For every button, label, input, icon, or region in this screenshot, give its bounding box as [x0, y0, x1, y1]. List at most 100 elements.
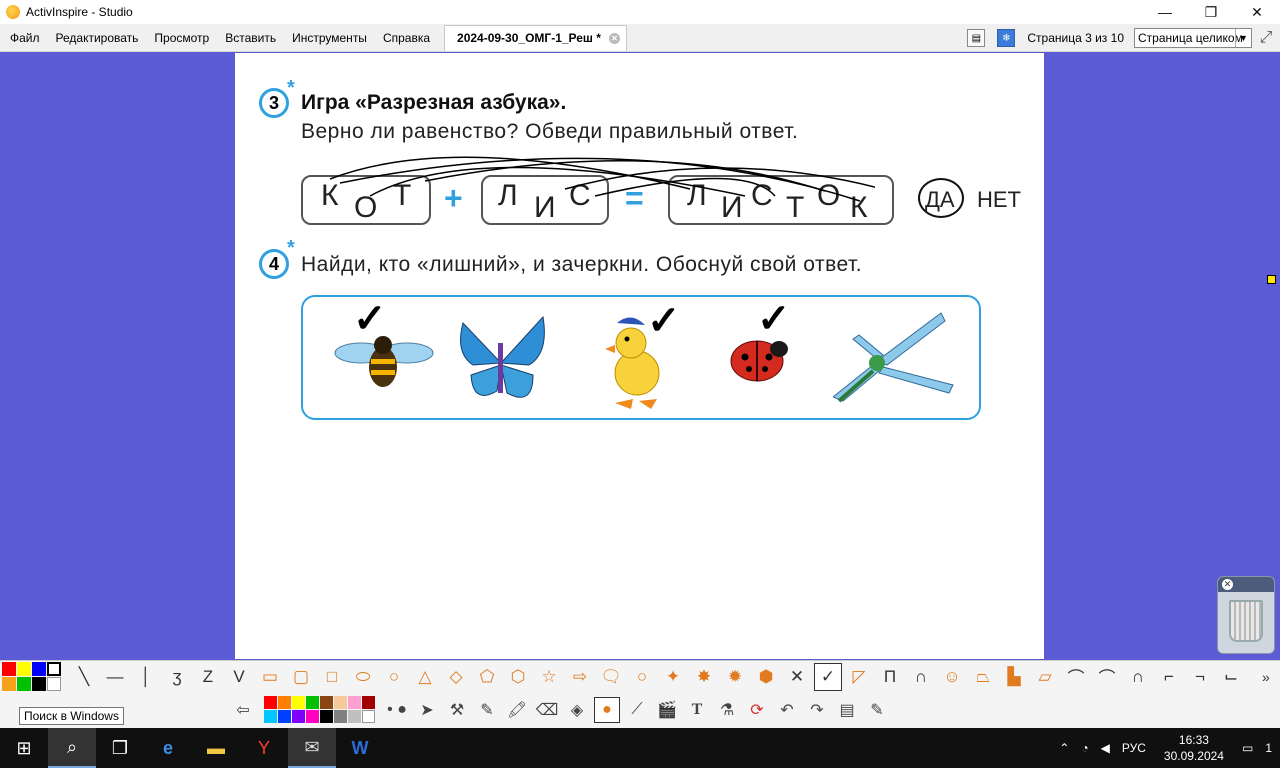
star-shape-icon[interactable]: ☆	[535, 663, 563, 691]
fullscreen-icon[interactable]: ⤢	[1256, 28, 1276, 48]
minimize-button[interactable]: —	[1142, 0, 1188, 24]
flipchart-page[interactable]: 3 * Игра «Разрезная азбука». Верно ли ра…	[235, 53, 1044, 659]
close-button[interactable]: ✕	[1234, 0, 1280, 24]
pentagon-icon[interactable]: ⬠	[473, 663, 501, 691]
select-arrow-icon[interactable]: ➤	[414, 697, 440, 723]
callout-icon[interactable]: 🗨	[597, 663, 625, 691]
text-icon[interactable]: T	[684, 697, 710, 723]
toolbox-icon[interactable]: ▤	[834, 697, 860, 723]
smiley-icon[interactable]: ☺	[938, 663, 966, 691]
more-shapes-icon[interactable]: »	[1262, 669, 1276, 685]
page-edge-handle[interactable]	[1267, 275, 1276, 284]
ellipse-icon[interactable]: ⬭	[349, 663, 377, 691]
quarter-shape-icon[interactable]: ◸	[845, 663, 873, 691]
yandex-browser-icon[interactable]: Y	[240, 728, 288, 768]
color-swatch[interactable]	[32, 661, 46, 676]
rounded-rectangle-icon[interactable]: ▢	[287, 663, 315, 691]
pen-width-slider[interactable]: • ●	[384, 697, 410, 723]
color-swatch[interactable]	[2, 676, 16, 691]
parallelogram-icon[interactable]: ▱	[1031, 663, 1059, 691]
color-swatch[interactable]	[292, 710, 305, 723]
diamond-icon[interactable]: ◇	[442, 663, 470, 691]
fill-icon[interactable]: ◈	[564, 697, 590, 723]
color-swatch[interactable]	[362, 696, 375, 709]
wifi-icon[interactable]: ◔	[1081, 741, 1088, 755]
square-icon[interactable]: □	[318, 663, 346, 691]
burst-icon[interactable]: ✸	[690, 663, 718, 691]
four-point-star-icon[interactable]: ✦	[659, 663, 687, 691]
diagonal-line-icon[interactable]: ╲	[70, 663, 98, 691]
snowflake-icon[interactable]: ❄	[997, 29, 1016, 47]
color-swatch[interactable]	[334, 710, 347, 723]
color-swatch[interactable]	[278, 710, 291, 723]
clock[interactable]: 16:33 30.09.2024	[1164, 732, 1224, 764]
step-line-icon[interactable]: ⌐	[1155, 663, 1183, 691]
activinspire-taskbar-icon[interactable]: ✉	[288, 728, 336, 768]
color-swatch[interactable]	[320, 710, 333, 723]
dragonfly-image[interactable]	[833, 309, 957, 405]
octagon-icon[interactable]: ○	[628, 663, 656, 691]
zoom-select[interactable]: Страница целиком ▼	[1134, 28, 1252, 48]
trash-can-icon[interactable]	[1229, 600, 1263, 642]
curve-right-icon[interactable]: ⌒	[1093, 663, 1121, 691]
menu-insert[interactable]: Вставить	[217, 31, 284, 45]
close-icon[interactable]: ✕	[1222, 579, 1233, 590]
color-swatch[interactable]	[320, 696, 333, 709]
color-swatch[interactable]	[2, 661, 16, 676]
color-swatch[interactable]	[292, 696, 305, 709]
zigzag-line-icon[interactable]: ʒ	[163, 663, 191, 691]
redo-icon[interactable]: ↷	[804, 697, 830, 723]
dual-user-icon[interactable]: ✎	[864, 697, 890, 723]
color-swatch[interactable]	[348, 710, 361, 723]
task-view-icon[interactable]: ❐	[96, 728, 144, 768]
checkmark-tool-icon[interactable]: ✓	[814, 662, 842, 691]
menu-edit[interactable]: Редактировать	[48, 31, 147, 45]
language-indicator[interactable]: РУС	[1122, 741, 1146, 755]
hexagon-icon[interactable]: ⬡	[504, 663, 532, 691]
z-line-icon[interactable]: Z	[194, 663, 222, 691]
angle-line-icon[interactable]: ⌙	[1217, 663, 1245, 691]
heptagon-icon[interactable]: ⬢	[752, 663, 780, 691]
menu-help[interactable]: Справка	[375, 31, 438, 45]
sun-icon[interactable]: ✹	[721, 663, 749, 691]
menu-file[interactable]: Файл	[0, 31, 48, 45]
eraser-icon[interactable]: ⌫	[534, 697, 560, 723]
undo-icon[interactable]: ↶	[774, 697, 800, 723]
reset-page-icon[interactable]: ⟳	[744, 697, 770, 723]
arc-icon[interactable]: ∩	[1124, 663, 1152, 691]
document-tab[interactable]: 2024-09-30_ОМГ-1_Реш * ✕	[444, 24, 627, 51]
color-swatch[interactable]	[47, 676, 61, 691]
horizontal-line-icon[interactable]: —	[101, 663, 129, 691]
butterfly-image[interactable]	[453, 313, 549, 409]
arrow-shape-icon[interactable]: ⇨	[566, 663, 594, 691]
maximize-button[interactable]: ❐	[1188, 0, 1234, 24]
page-browser-icon[interactable]: ▤	[967, 29, 986, 47]
triangle-icon[interactable]: △	[411, 663, 439, 691]
color-swatch[interactable]	[264, 696, 277, 709]
factory-icon[interactable]: ▙	[1000, 663, 1028, 691]
color-swatch[interactable]	[264, 710, 277, 723]
color-swatch[interactable]	[278, 696, 291, 709]
clear-icon[interactable]: ⚗	[714, 697, 740, 723]
tools-icon[interactable]: ⚒	[444, 697, 470, 723]
trash-bin-widget[interactable]: ✕	[1217, 576, 1275, 654]
color-swatch[interactable]	[362, 710, 375, 723]
clapper-icon[interactable]: 🎬	[654, 697, 680, 723]
highlighter-icon[interactable]: 🖍	[504, 697, 530, 723]
connector-icon[interactable]: ⟋	[624, 697, 650, 723]
pi-shape-icon[interactable]: Π	[876, 663, 904, 691]
shapes-icon[interactable]: ●	[594, 697, 620, 723]
circle-icon[interactable]: ○	[380, 663, 408, 691]
file-explorer-icon[interactable]: ▬	[192, 728, 240, 768]
vertical-line-icon[interactable]: │	[132, 663, 160, 691]
menu-view[interactable]: Просмотр	[146, 31, 217, 45]
curve-left-icon[interactable]: ⌒	[1062, 663, 1090, 691]
trapezoid-icon[interactable]: ⏢	[969, 663, 997, 691]
color-swatch[interactable]	[17, 676, 31, 691]
arch-shape-icon[interactable]: ∩	[907, 663, 935, 691]
corner-line-icon[interactable]: ¬	[1186, 663, 1214, 691]
notifications-icon[interactable]: ▭	[1242, 741, 1253, 755]
volume-icon[interactable]: ◀	[1101, 741, 1110, 755]
answer-no[interactable]: НЕТ	[977, 187, 1021, 213]
ladybug-image[interactable]	[723, 333, 789, 389]
